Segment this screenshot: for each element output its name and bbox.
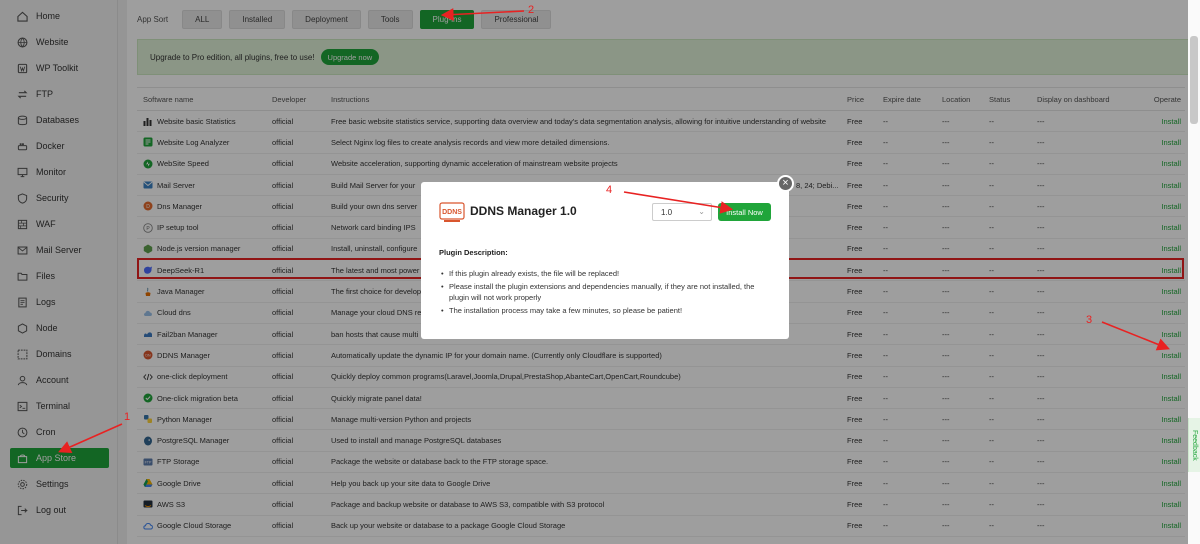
modal-close-button[interactable]: × xyxy=(777,175,794,192)
version-value: 1.0 xyxy=(661,207,673,217)
description-item: If this plugin already exists, the file … xyxy=(439,268,774,279)
ddns-logo-icon: DDNS xyxy=(439,202,465,224)
feedback-tab[interactable]: Feedback xyxy=(1188,418,1200,472)
modal-title: DDNS Manager 1.0 xyxy=(470,204,577,218)
chevron-down-icon: ⌄ xyxy=(698,207,705,216)
description-item: Please install the plugin extensions and… xyxy=(439,281,774,303)
plugin-description-list: If this plugin already exists, the file … xyxy=(439,268,774,318)
plugin-description-title: Plugin Description: xyxy=(439,248,508,257)
ddns-logo-text: DDNS xyxy=(442,209,462,216)
description-item: The installation process may take a few … xyxy=(439,305,774,316)
version-select[interactable]: 1.0 ⌄ xyxy=(652,203,712,221)
install-now-button[interactable]: Install Now xyxy=(718,203,771,221)
plugin-install-modal: DDNS DDNS Manager 1.0 1.0 ⌄ Install Now … xyxy=(421,182,789,339)
scrollbar-thumb[interactable] xyxy=(1190,36,1198,124)
